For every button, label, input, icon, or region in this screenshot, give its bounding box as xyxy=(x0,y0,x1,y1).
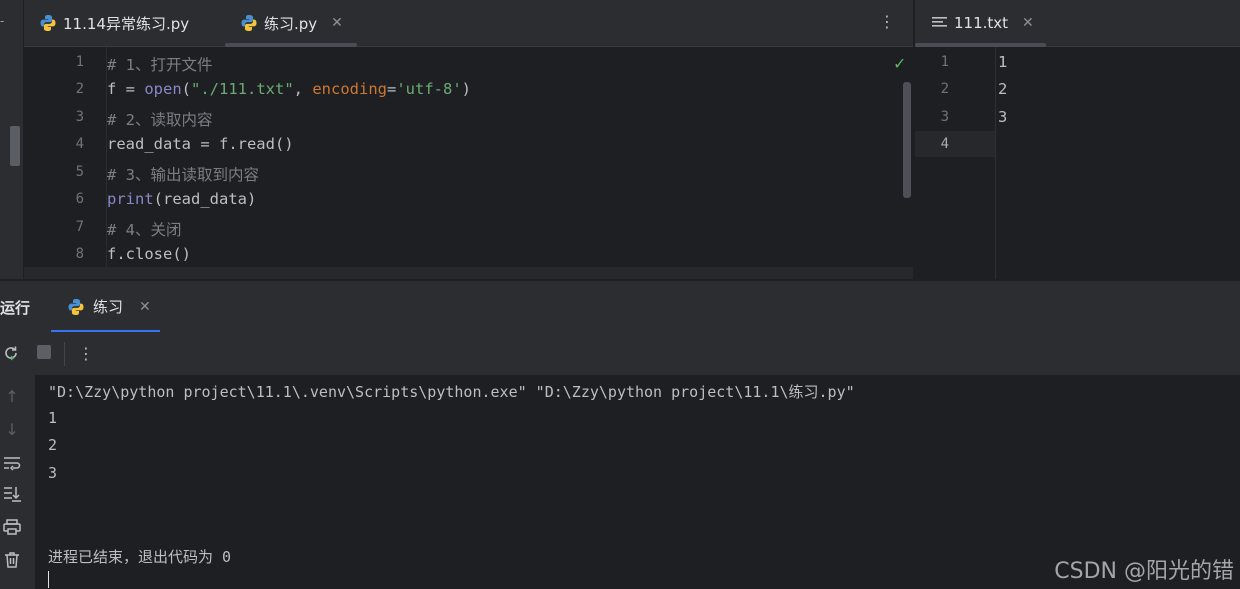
stop-icon[interactable] xyxy=(36,344,52,364)
more-options-icon[interactable]: ⋮ xyxy=(879,12,895,31)
run-toolbar: ⋮ xyxy=(0,332,1240,375)
code-line: f = open("./111.txt", encoding='utf-8') xyxy=(107,80,471,98)
console-line: 进程已结束，退出代码为 0 xyxy=(48,548,232,566)
txt-editor[interactable]: 1 2 3 4 1 2 3 xyxy=(915,47,1240,279)
python-icon xyxy=(40,15,56,31)
text-line: 3 xyxy=(998,108,1008,126)
tab-111-txt[interactable]: 111.txt ✕ xyxy=(932,0,1034,46)
code-line: # 2、读取内容 xyxy=(107,111,213,129)
line-number: 2 xyxy=(940,81,949,97)
close-icon[interactable]: ✕ xyxy=(331,15,343,31)
scroll-to-end-icon[interactable] xyxy=(2,486,22,506)
line-number: 6 xyxy=(75,191,84,207)
text-caret xyxy=(48,571,49,588)
python-icon xyxy=(241,15,257,31)
code-line: # 1、打开文件 xyxy=(107,56,213,74)
editor-tab-bar: 11.14异常练习.py 练习.py ✕ ⋮ xyxy=(24,0,913,47)
run-panel-title: 运行 xyxy=(0,299,31,317)
line-number: 3 xyxy=(940,109,949,125)
close-icon[interactable]: ✕ xyxy=(139,299,151,315)
code-line: # 3、输出读取到内容 xyxy=(107,166,259,184)
line-number: 2 xyxy=(75,81,84,97)
soft-wrap-icon[interactable] xyxy=(2,455,22,475)
checkmark-icon[interactable]: ✓ xyxy=(894,53,905,74)
text-file-icon xyxy=(932,17,947,27)
code-editor[interactable]: 1 2 3 4 5 6 7 8 9 # 1、打开文件 f = open("./1… xyxy=(24,47,913,279)
line-number: 5 xyxy=(75,164,84,180)
code-line: print(read_data) xyxy=(107,190,257,208)
toolbar-separator xyxy=(64,342,65,366)
run-tab-label: 练习 xyxy=(93,298,124,316)
console-side-toolbar: ↑ ↓ xyxy=(0,375,35,589)
line-number: 4 xyxy=(940,136,949,152)
text-line: 2 xyxy=(998,80,1008,98)
line-number: 1 xyxy=(940,54,949,70)
console-line: 3 xyxy=(48,464,58,482)
collapse-chevron-icon[interactable]: ‐ xyxy=(0,14,4,28)
code-line: read_data = f.read() xyxy=(107,135,294,153)
text-line: 1 xyxy=(998,53,1008,71)
console-line: 2 xyxy=(48,436,58,454)
code-line: # 4、关闭 xyxy=(107,221,182,239)
line-number: 4 xyxy=(75,136,84,152)
tab-label: 111.txt xyxy=(954,14,1009,32)
console-line: 1 xyxy=(48,409,58,427)
line-number: 8 xyxy=(75,246,84,262)
line-number: 3 xyxy=(75,109,84,125)
right-tab-bar: 111.txt ✕ xyxy=(915,0,1240,47)
line-number: 7 xyxy=(75,219,84,235)
close-icon[interactable]: ✕ xyxy=(1022,15,1034,31)
code-line: f.close() xyxy=(107,245,191,263)
console-line: "D:\Zzy\python project\11.1\.venv\Script… xyxy=(48,383,855,401)
tab-label: 11.14异常练习.py xyxy=(63,14,190,33)
run-panel-header: 运行 练习 ✕ xyxy=(0,280,1240,333)
line-number: 1 xyxy=(75,54,84,70)
left-tool-strip: ‐ xyxy=(0,0,24,279)
watermark: CSDN @阳光的错 xyxy=(1054,559,1234,584)
scroll-down-icon[interactable]: ↓ xyxy=(2,420,22,439)
rerun-icon[interactable] xyxy=(2,344,20,366)
scroll-indicator[interactable] xyxy=(10,126,20,166)
tab-label: 练习.py xyxy=(264,14,318,33)
scroll-up-icon[interactable]: ↑ xyxy=(2,387,22,406)
editor-hscroll-area xyxy=(24,267,913,279)
tab-practice-py[interactable]: 练习.py ✕ xyxy=(240,0,343,46)
python-icon xyxy=(68,298,84,315)
tab-11-14-exception-practice[interactable]: 11.14异常练习.py xyxy=(39,0,189,46)
run-tab-practice[interactable]: 练习 ✕ xyxy=(51,281,160,332)
gutter-separator xyxy=(995,47,996,279)
print-icon[interactable] xyxy=(2,519,22,539)
more-options-icon[interactable]: ⋮ xyxy=(78,344,94,363)
trash-icon[interactable] xyxy=(2,551,22,573)
editor-scrollbar[interactable] xyxy=(903,82,911,198)
